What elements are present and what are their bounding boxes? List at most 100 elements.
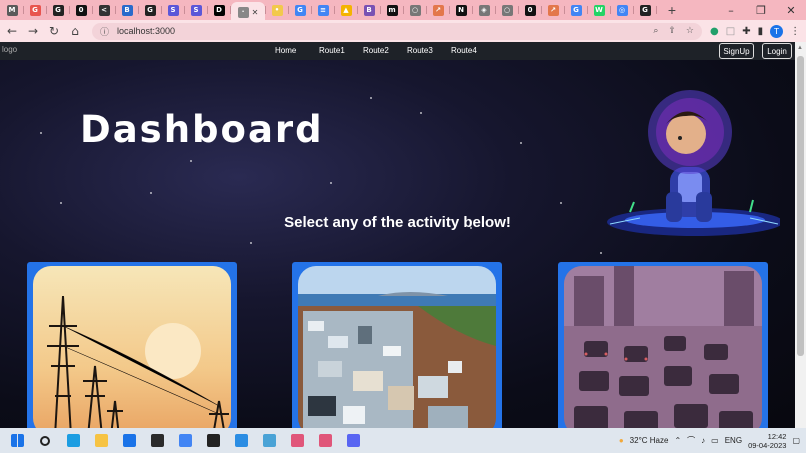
browser-tab[interactable]: M xyxy=(1,2,24,18)
clock-time: 12:42 xyxy=(767,431,787,441)
page-scrollbar[interactable]: ▲ xyxy=(795,42,806,428)
reload-button[interactable]: ↻ xyxy=(45,22,63,40)
forward-button[interactable]: → xyxy=(24,22,42,40)
browser-tab[interactable]: G xyxy=(139,2,162,18)
browser-tab[interactable]: 0 xyxy=(519,2,542,18)
taskbar-app-button[interactable] xyxy=(174,431,196,451)
weather-icon[interactable]: ● xyxy=(619,436,624,445)
terminal-icon xyxy=(150,434,164,447)
globe-icon: ○ xyxy=(501,4,513,16)
google-icon: G xyxy=(570,4,582,16)
browser-tab[interactable]: G xyxy=(24,2,47,18)
browser-tab[interactable]: ▲ xyxy=(335,2,358,18)
taskbar-app-button[interactable] xyxy=(90,431,112,451)
scrollbar-thumb[interactable] xyxy=(797,56,804,356)
taskbar-app-button[interactable] xyxy=(34,431,56,451)
extension-icon[interactable]: ● xyxy=(710,26,719,37)
browser-tab-active[interactable]: · ✕ xyxy=(231,2,266,22)
activity-card-waste[interactable] xyxy=(292,262,502,428)
browser-tab[interactable]: S xyxy=(162,2,185,18)
restore-button[interactable]: ❐ xyxy=(746,0,776,20)
browser-tab[interactable]: ○ xyxy=(404,2,427,18)
tray-overflow-icon[interactable]: ⌃ xyxy=(674,436,681,445)
figma-icon xyxy=(290,434,304,447)
puzzle-icon[interactable]: ✚ xyxy=(742,26,750,37)
window-controls: – ❐ ✕ xyxy=(716,0,806,20)
bookmark-star-icon[interactable]: ☆ xyxy=(686,26,694,36)
site-info-icon[interactable]: ⓘ xyxy=(100,25,109,38)
taskbar-app-button[interactable] xyxy=(342,431,364,451)
network-icon[interactable]: ⌒ xyxy=(687,435,695,446)
clock[interactable]: 12:42 09-04-2023 xyxy=(748,432,786,450)
nav-link-route1[interactable]: Route1 xyxy=(319,46,363,55)
profile-avatar[interactable]: T xyxy=(770,24,784,38)
system-tray: ● 32°C Haze ⌃ ⌒ ♪ ▭ ENG 12:42 09-04-2023… xyxy=(619,428,806,453)
signup-button[interactable]: SignUp xyxy=(719,43,754,59)
browser-tab[interactable]: B xyxy=(116,2,139,18)
browser-tab[interactable]: G xyxy=(289,2,312,18)
new-tab-button[interactable]: + xyxy=(662,2,682,18)
nav-link-route4[interactable]: Route4 xyxy=(451,46,495,55)
browser-tab[interactable]: m xyxy=(381,2,404,18)
nav-link-home[interactable]: Home xyxy=(275,46,319,55)
browser-tab[interactable]: ↗ xyxy=(542,2,565,18)
power-lines-image xyxy=(33,266,231,428)
battery-icon[interactable]: ▭ xyxy=(711,436,719,445)
browser-tab[interactable]: D xyxy=(208,2,231,18)
browser-tab[interactable]: G xyxy=(634,2,657,18)
close-tab-icon[interactable]: ✕ xyxy=(252,8,259,17)
browser-tab[interactable]: ↗ xyxy=(427,2,450,18)
page-title: Dashboard xyxy=(80,108,324,151)
zoom-icon[interactable]: ⌕ xyxy=(653,26,658,36)
taskbar-app-button[interactable] xyxy=(146,431,168,451)
notification-icon[interactable]: ▢ xyxy=(792,436,800,445)
taskbar-app-button[interactable] xyxy=(62,431,84,451)
logo-image[interactable]: logo xyxy=(2,45,17,54)
github-icon: G xyxy=(639,4,651,16)
chrome-icon xyxy=(178,434,192,447)
taskbar-app-button[interactable] xyxy=(314,431,336,451)
taskbar-app-button[interactable] xyxy=(286,431,308,451)
extension-icon[interactable]: □ xyxy=(726,26,735,37)
browser-tab[interactable]: 0 xyxy=(70,2,93,18)
taskbar-app-button[interactable] xyxy=(230,431,252,451)
back-button[interactable]: ← xyxy=(3,22,21,40)
language-indicator[interactable]: ENG xyxy=(725,436,742,445)
taskbar-app-button[interactable] xyxy=(6,431,28,451)
browser-tab[interactable]: ◎ xyxy=(611,2,634,18)
taskbar-app-button[interactable] xyxy=(258,431,280,451)
browser-tab[interactable]: < xyxy=(93,2,116,18)
browser-tab[interactable]: B xyxy=(358,2,381,18)
browser-tab[interactable]: ≡ xyxy=(312,2,335,18)
figma-icon xyxy=(318,434,332,447)
activity-card-traffic[interactable] xyxy=(558,262,768,428)
minimize-button[interactable]: – xyxy=(716,0,746,20)
browser-tab[interactable]: ○ xyxy=(496,2,519,18)
login-button[interactable]: Login xyxy=(762,43,792,59)
share-icon[interactable]: ⇪ xyxy=(668,26,676,36)
browser-tab[interactable]: G xyxy=(47,2,70,18)
taskbar-app-button[interactable] xyxy=(118,431,140,451)
activity-card-power[interactable] xyxy=(27,262,237,428)
browser-tab[interactable]: S xyxy=(185,2,208,18)
browser-tab[interactable]: N xyxy=(450,2,473,18)
close-window-button[interactable]: ✕ xyxy=(776,0,806,20)
nav-link-route3[interactable]: Route3 xyxy=(407,46,451,55)
browser-tab[interactable]: • xyxy=(266,2,289,18)
weather-text[interactable]: 32°C Haze xyxy=(630,436,669,445)
scroll-up-icon[interactable]: ▲ xyxy=(797,45,803,51)
arrow-icon: ↗ xyxy=(432,4,444,16)
volume-icon[interactable]: ♪ xyxy=(701,436,705,445)
side-panel-icon[interactable]: ▮ xyxy=(758,26,764,37)
discord-icon xyxy=(346,434,360,447)
nav-link-route2[interactable]: Route2 xyxy=(363,46,407,55)
menu-kebab-icon[interactable]: ⋮ xyxy=(790,26,800,37)
browser-toolbar: ← → ↻ ⌂ ⓘ localhost:3000 ⌕ ⇪ ☆ ● □ ✚ ▮ T… xyxy=(0,20,806,42)
taskbar-app-button[interactable] xyxy=(202,431,224,451)
browser-tab[interactable]: W xyxy=(588,2,611,18)
browser-tab[interactable]: G xyxy=(565,2,588,18)
address-bar[interactable]: ⓘ localhost:3000 ⌕ ⇪ ☆ xyxy=(92,22,702,40)
home-button[interactable]: ⌂ xyxy=(66,22,84,40)
bulb-icon: • xyxy=(271,4,283,16)
browser-tab[interactable]: ◈ xyxy=(473,2,496,18)
